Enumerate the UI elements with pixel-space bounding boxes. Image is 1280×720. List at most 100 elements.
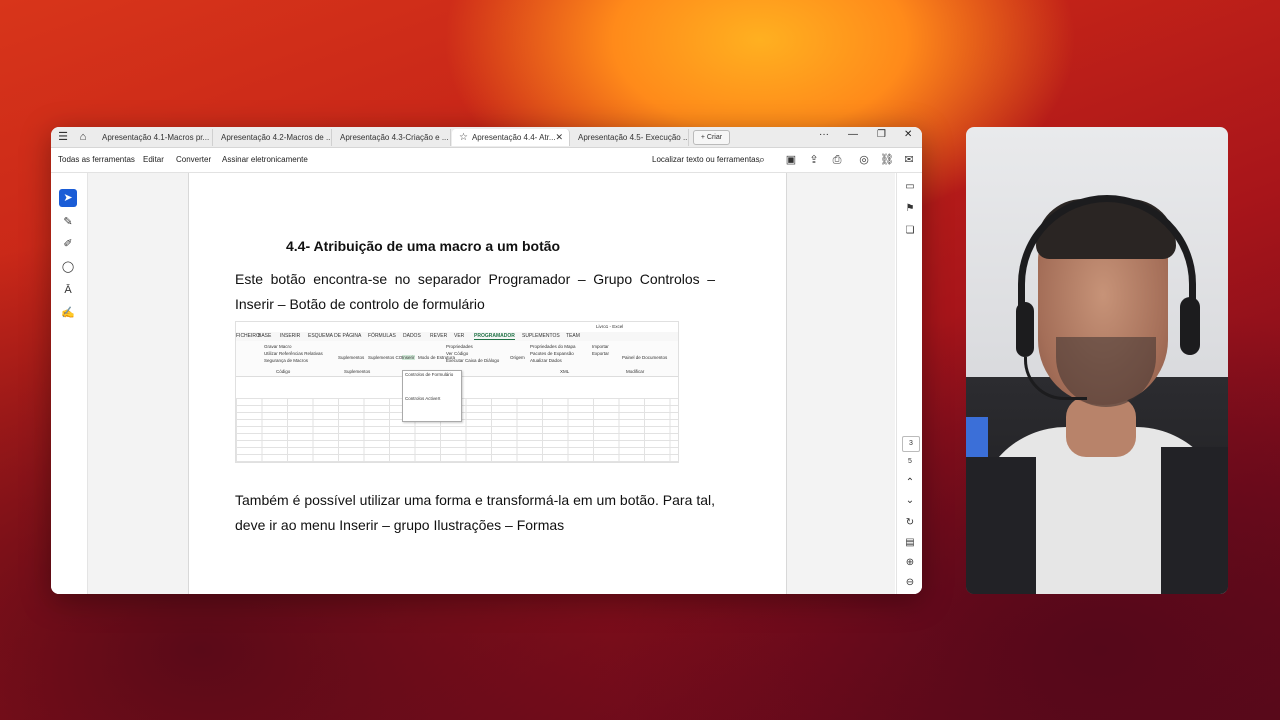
presenter-jacket-left bbox=[966, 457, 1036, 594]
share-icon[interactable]: ◎ bbox=[857, 153, 871, 167]
highlight-pen-icon[interactable]: ✐ bbox=[59, 235, 77, 253]
close-tab-icon[interactable]: ✕ bbox=[555, 129, 563, 146]
excel-tab: REVER bbox=[430, 333, 448, 339]
maximize-icon[interactable]: ❐ bbox=[877, 129, 886, 140]
excel-tab: TEAM bbox=[566, 333, 580, 339]
star-icon[interactable]: ☆ bbox=[459, 132, 468, 143]
tab-5[interactable]: Apresentação 4.5- Execução ... bbox=[571, 129, 689, 146]
excel-item: Suplementos COM bbox=[368, 355, 407, 360]
hamburger-menu-icon[interactable]: ☰ bbox=[56, 130, 70, 144]
upload-icon[interactable]: ⇪ bbox=[807, 153, 821, 167]
all-tools-menu[interactable]: Todas as ferramentas bbox=[58, 155, 135, 164]
excel-item: Executar Caixa de Diálogo bbox=[446, 358, 500, 363]
excel-item: Atualizar Dados bbox=[530, 358, 562, 363]
tab-2[interactable]: Apresentação 4.2-Macros de ... bbox=[214, 129, 332, 146]
headset-earcup-right bbox=[1180, 297, 1200, 355]
excel-item: Segurança de Macros bbox=[264, 358, 309, 363]
home-icon[interactable]: ⌂ bbox=[76, 130, 90, 144]
tab-label: Apresentação 4.3-Criação e ... bbox=[340, 133, 449, 142]
background-object bbox=[966, 417, 988, 457]
excel-item: Controlos ActiveX bbox=[405, 396, 441, 401]
section-heading: 4.4- Atribuição de uma macro a um botão bbox=[286, 238, 561, 254]
excel-tab-active: PROGRAMADOR bbox=[474, 333, 515, 340]
tab-label: Apresentação 4.5- Execução ... bbox=[578, 133, 689, 142]
pdf-viewer-window: ☰ ⌂ Apresentação 4.1-Macros pr... Aprese… bbox=[51, 127, 922, 594]
excel-item: Inserir bbox=[402, 355, 415, 360]
create-button[interactable]: + Criar bbox=[693, 130, 730, 145]
excel-title: Livro1 - Excel bbox=[596, 324, 624, 329]
text-box-icon[interactable]: Ā bbox=[59, 281, 77, 299]
excel-item: Importar bbox=[592, 344, 609, 349]
excel-tab: ESQUEMA DE PÁGINA bbox=[308, 333, 362, 339]
select-cursor-icon[interactable]: ➤ bbox=[59, 189, 77, 207]
presenter-jacket-right bbox=[1161, 447, 1228, 594]
tab-4-active[interactable]: ☆ Apresentação 4.4- Atr... ✕ bbox=[452, 129, 570, 146]
webcam-video-tile bbox=[966, 127, 1228, 594]
page-total: 5 bbox=[908, 458, 912, 465]
headset-earcup-left bbox=[1016, 302, 1034, 357]
top-toolbar: Todas as ferramentas Editar Converter As… bbox=[51, 148, 922, 173]
link-icon[interactable]: ⛓ bbox=[880, 153, 894, 167]
excel-item: Código bbox=[276, 369, 291, 374]
right-tool-rail: ▭ ⚑ ❏ 3 5 ⌃ ⌄ ↻ ▤ ⊕ ⊖ bbox=[896, 173, 922, 594]
excel-tab: BASE bbox=[258, 333, 272, 339]
excel-tab: FICHEIRO bbox=[236, 333, 260, 339]
excel-item: Pacotes de Expansão bbox=[530, 351, 574, 356]
more-icon[interactable]: ··· bbox=[819, 129, 829, 140]
excel-tab: VER bbox=[454, 333, 465, 339]
excel-tab: INSERIR bbox=[280, 333, 301, 339]
tab-label: Apresentação 4.2-Macros de ... bbox=[221, 133, 332, 142]
tab-bar: ☰ ⌂ Apresentação 4.1-Macros pr... Aprese… bbox=[51, 127, 922, 148]
excel-item: XML bbox=[560, 369, 570, 374]
stamp-icon[interactable]: ✍ bbox=[59, 304, 77, 322]
excel-ribbon-tabs: FICHEIRO BASE INSERIR ESQUEMA DE PÁGINA … bbox=[236, 332, 678, 341]
add-comment-icon[interactable]: ✎ bbox=[59, 213, 77, 231]
excel-item: Modificar bbox=[626, 369, 645, 374]
paragraph-2: Também é possível utilizar uma forma e t… bbox=[235, 492, 715, 533]
close-window-icon[interactable]: ✕ bbox=[904, 129, 912, 140]
edit-menu[interactable]: Editar bbox=[143, 155, 164, 164]
tab-label: Apresentação 4.1-Macros pr... bbox=[102, 133, 210, 142]
comments-icon[interactable]: ▭ bbox=[902, 179, 918, 195]
excel-tab: SUPLEMENTOS bbox=[522, 333, 560, 339]
lasso-icon[interactable]: ◯ bbox=[59, 258, 77, 276]
page-number-input[interactable]: 3 bbox=[902, 436, 920, 452]
left-tool-rail: ➤ ✎ ✐ ◯ Ā ✍ bbox=[51, 173, 88, 594]
minimize-icon[interactable]: — bbox=[848, 129, 858, 140]
chevron-down-icon[interactable]: ⌄ bbox=[902, 493, 918, 509]
excel-item: Controlos de Formulário bbox=[405, 372, 454, 377]
sign-menu[interactable]: Assinar eletronicamente bbox=[222, 155, 308, 164]
excel-screenshot-image: Livro1 - Excel FICHEIRO BASE INSERIR ESQ… bbox=[235, 321, 679, 463]
excel-item: Origem bbox=[510, 355, 525, 360]
excel-item: Suplementos bbox=[344, 369, 371, 374]
tab-3[interactable]: Apresentação 4.3-Criação e ... bbox=[333, 129, 451, 146]
tab-label: Apresentação 4.4- Atr... bbox=[471, 133, 556, 142]
excel-item: Exportar bbox=[592, 351, 610, 356]
excel-item: Propriedades do Mapa bbox=[530, 344, 576, 349]
paragraph-1: Este botão encontra-se no separador Prog… bbox=[235, 271, 715, 312]
print-icon[interactable]: ⎙ bbox=[830, 153, 844, 167]
search-icon[interactable]: ⌕ bbox=[755, 153, 769, 167]
mail-icon[interactable]: ✉ bbox=[902, 153, 916, 167]
excel-item: Painel de Documentos bbox=[622, 355, 668, 360]
chevron-up-icon[interactable]: ⌃ bbox=[902, 475, 918, 491]
excel-tab: FÓRMULAS bbox=[368, 333, 396, 339]
convert-menu[interactable]: Converter bbox=[176, 155, 211, 164]
tab-1[interactable]: Apresentação 4.1-Macros pr... bbox=[95, 129, 213, 146]
save-icon[interactable]: ▣ bbox=[784, 153, 798, 167]
excel-item: Utilizar Referências Relativas bbox=[264, 351, 323, 356]
bookmark-icon[interactable]: ⚑ bbox=[902, 201, 918, 217]
rotate-icon[interactable]: ↻ bbox=[902, 515, 918, 531]
excel-item: Suplementos bbox=[338, 355, 365, 360]
document-canvas: 4.4- Atribuição de uma macro a um botão … bbox=[88, 173, 895, 594]
document-page: 4.4- Atribuição de uma macro a um botão … bbox=[188, 173, 787, 594]
find-tools-label[interactable]: Localizar texto ou ferramentas bbox=[652, 155, 760, 164]
zoom-out-icon[interactable]: ⊖ bbox=[902, 575, 918, 591]
excel-controls-popup: Controlos de Formulário Controlos Active… bbox=[402, 370, 462, 422]
zoom-in-icon[interactable]: ⊕ bbox=[902, 555, 918, 571]
page-edit-icon[interactable]: ▤ bbox=[902, 535, 918, 551]
excel-item: Ver Código bbox=[446, 351, 469, 356]
excel-tab: DADOS bbox=[403, 333, 421, 339]
copy-pages-icon[interactable]: ❏ bbox=[902, 223, 918, 239]
excel-item: Gravar Macro bbox=[264, 344, 292, 349]
